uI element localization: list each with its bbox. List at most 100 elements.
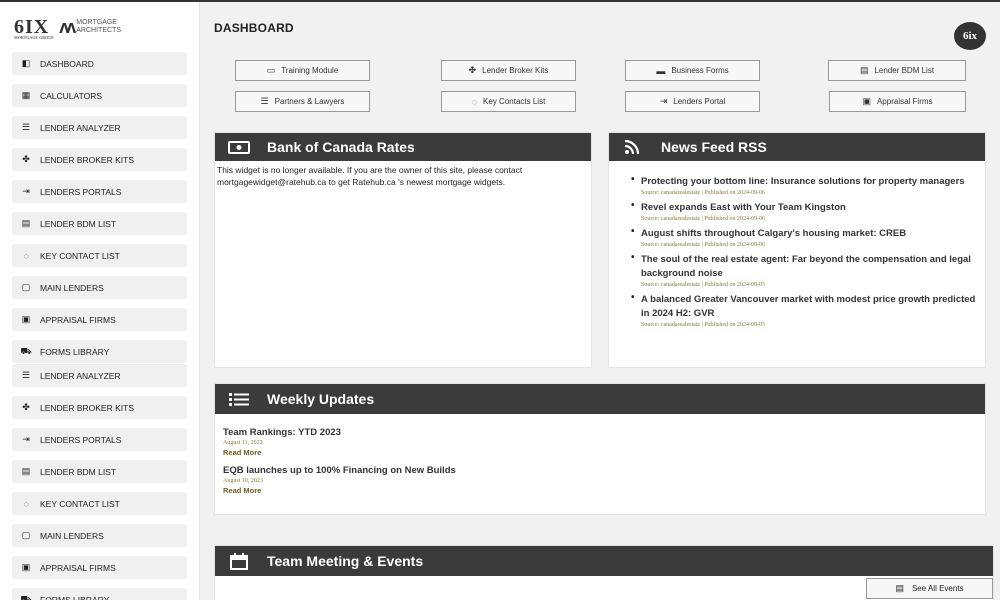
contact-icon: ◌ xyxy=(23,498,29,509)
news-item-title[interactable]: August shifts throughout Calgary's housi… xyxy=(641,227,985,241)
quick-link-label: Lender Broker Kits xyxy=(482,66,549,75)
card-icon: ▤ xyxy=(859,65,869,75)
user-avatar[interactable]: 6ix xyxy=(954,22,986,50)
sidebar-item-key-contact-list[interactable]: ◌ KEY CONTACT LIST xyxy=(12,492,187,515)
sidebar-item-calculators[interactable]: ▦ CALCULATORS xyxy=(12,84,187,107)
portal-icon: ⇥ xyxy=(22,434,30,444)
sidebar-item-key-contact-list[interactable]: ◌ KEY CONTACT LIST xyxy=(12,244,187,267)
news-item: A balanced Greater Vancouver market with… xyxy=(631,292,985,329)
news-item-title[interactable]: Revel expands East with Your Team Kingst… xyxy=(641,201,985,215)
quick-link-label: Business Forms xyxy=(671,66,729,75)
quick-link-label: Key Contacts List xyxy=(483,97,546,106)
quick-link-lenders-portal[interactable]: ⇥ Lenders Portal xyxy=(625,91,760,112)
sidebar-item-dashboard[interactable]: ◧ DASHBOARD xyxy=(12,52,187,75)
update-title[interactable]: Team Rankings: YTD 2023 xyxy=(223,426,985,439)
news-item-meta: Source: canadarealestate | Published on … xyxy=(641,190,765,196)
sidebar-item-lender-bdm-list[interactable]: ▤ LENDER BDM LIST xyxy=(12,212,187,235)
sidebar-item-lender-broker-kits[interactable]: ✤ LENDER BROKER KITS xyxy=(12,396,187,419)
sidebar-item-appraisal-firms[interactable]: ▣ APPRAISAL FIRMS xyxy=(12,556,187,579)
rss-icon xyxy=(621,139,645,155)
read-more-link[interactable]: Read More xyxy=(223,485,985,497)
see-all-label: See All Events xyxy=(911,584,964,593)
sidebar-item-main-lenders[interactable]: ▢ MAIN LENDERS xyxy=(12,524,187,547)
news-header: News Feed RSS xyxy=(609,133,985,161)
sidebar-item-forms-library[interactable]: ⛟ FORMS LIBRARY xyxy=(12,340,187,363)
quick-link-label: Training Module xyxy=(281,66,339,75)
money-icon xyxy=(227,139,251,155)
calendar-icon xyxy=(227,552,251,570)
bank-rates-title: Bank of Canada Rates xyxy=(267,139,415,155)
handshake-icon: ✤ xyxy=(468,65,477,75)
quick-link-label: Lender BDM List xyxy=(874,66,935,75)
quick-link-business-forms[interactable]: ▬ Business Forms xyxy=(625,60,760,81)
weekly-list: Team Rankings: YTD 2023 August 11, 2023 Re… xyxy=(215,414,985,497)
sidebar-item-forms-library[interactable]: ⛟ FORMS LIBRARY xyxy=(12,588,187,600)
sidebar-item-lender-broker-kits[interactable]: ✤ LENDER BROKER KITS xyxy=(12,148,187,171)
quick-link-partners-lawyers[interactable]: ☰ Partners & Lawyers xyxy=(235,91,370,112)
news-item-meta: Source: canadarealestate | Published on … xyxy=(641,282,765,288)
sidebar-item-label: LENDER ANALYZER xyxy=(40,370,121,381)
sidebar-item-lender-bdm-list[interactable]: ▤ LENDER BDM LIST xyxy=(12,460,187,483)
appraisal-icon: ▣ xyxy=(21,562,31,572)
sidebar-item-label: APPRAISAL FIRMS xyxy=(40,314,116,325)
bank-rates-header: Bank of Canada Rates xyxy=(215,133,591,161)
sidebar-item-lender-analyzer[interactable]: ☰ LENDER ANALYZER xyxy=(12,116,187,139)
logo[interactable]: 6IX MORTGAGE GROUP ʌʌ MORTGAGE ARCHITECT… xyxy=(0,2,199,42)
sidebar-item-label: FORMS LIBRARY xyxy=(40,346,110,357)
card-icon: ▤ xyxy=(21,466,31,476)
bank-rates-message: This widget is no longer available. If y… xyxy=(217,165,523,187)
read-more-link[interactable]: Read More xyxy=(223,447,985,459)
sidebar: 6IX MORTGAGE GROUP ʌʌ MORTGAGE ARCHITECT… xyxy=(0,2,200,600)
sidebar-item-label: LENDER BROKER KITS xyxy=(40,154,134,165)
calculator-icon: ▦ xyxy=(21,90,31,100)
quick-link-key-contacts-list[interactable]: ◌ Key Contacts List xyxy=(441,91,576,112)
quick-link-label: Appraisal Firms xyxy=(876,97,933,106)
sidebar-item-label: KEY CONTACT LIST xyxy=(40,498,120,509)
news-item-meta: Source: canadarealestate | Published on … xyxy=(641,242,765,248)
handshake-icon: ✤ xyxy=(22,154,30,164)
partner-top: MORTGAGE xyxy=(76,19,117,26)
sidebar-item-lender-analyzer[interactable]: ☰ LENDER ANALYZER xyxy=(12,364,187,387)
news-item: The soul of the real estate agent: Far b… xyxy=(631,252,985,289)
quick-link-appraisal-firms[interactable]: ▣ Appraisal Firms xyxy=(829,91,966,112)
sidebar-item-appraisal-firms[interactable]: ▣ APPRAISAL FIRMS xyxy=(12,308,187,331)
bookmark-icon: ▢ xyxy=(21,282,31,292)
partner-bottom: ARCHITECTS xyxy=(76,27,121,34)
quick-link-label: Lenders Portal xyxy=(673,97,726,106)
page-title: DASHBOARD xyxy=(214,21,294,35)
news-item: Protecting your bottom line: Insurance s… xyxy=(631,174,985,197)
weekly-panel: Weekly Updates Team Rankings: YTD 2023 Au… xyxy=(214,383,986,515)
partner-logo: ʌʌ MORTGAGE ARCHITECTS xyxy=(59,17,121,38)
quick-link-lender-broker-kits[interactable]: ✤ Lender Broker Kits xyxy=(441,60,576,81)
truck-icon: ⛟ xyxy=(20,345,32,356)
news-item-title[interactable]: Protecting your bottom line: Insurance s… xyxy=(641,175,985,189)
update-item: EQB launches up to 100% Financing on New… xyxy=(223,464,985,497)
truck-icon: ⛟ xyxy=(20,593,32,600)
briefcase-icon: ▬ xyxy=(656,65,666,76)
update-title[interactable]: EQB launches up to 100% Financing on New… xyxy=(223,464,985,477)
news-list: Protecting your bottom line: Insurance s… xyxy=(609,161,985,329)
news-item-title[interactable]: The soul of the real estate agent: Far b… xyxy=(641,253,985,281)
news-item-title[interactable]: A balanced Greater Vancouver market with… xyxy=(641,293,985,321)
sidebar-item-lenders-portals[interactable]: ⇥ LENDERS PORTALS xyxy=(12,180,187,203)
see-all-events-button[interactable]: ▤ See All Events xyxy=(866,578,993,599)
bookmark-icon: ▢ xyxy=(21,530,31,540)
quick-link-label: Partners & Lawyers xyxy=(274,97,345,106)
brand-logo-sub: MORTGAGE GROUP xyxy=(14,34,54,40)
handshake-icon: ✤ xyxy=(22,402,30,412)
quick-link-lender-bdm-list[interactable]: ▤ Lender BDM List xyxy=(828,60,966,81)
card-icon: ▤ xyxy=(21,218,31,228)
update-date: August 11, 2023 xyxy=(223,440,263,446)
appraisal-icon: ▣ xyxy=(21,314,31,324)
sidebar-item-lenders-portals[interactable]: ⇥ LENDERS PORTALS xyxy=(12,428,187,451)
news-item-meta: Source: canadarealestate | Published on … xyxy=(641,216,765,222)
brand-logo: 6IX MORTGAGE GROUP xyxy=(14,16,54,40)
contact-icon: ◌ xyxy=(23,250,29,261)
sidebar-item-label: LENDERS PORTALS xyxy=(40,434,122,445)
weekly-header: Weekly Updates xyxy=(215,384,985,414)
quick-link-training-module[interactable]: ▭ Training Module xyxy=(235,60,370,81)
sidebar-item-label: CALCULATORS xyxy=(40,90,103,101)
partner-mark-icon: ʌʌ xyxy=(59,16,76,37)
sidebar-item-main-lenders[interactable]: ▢ MAIN LENDERS xyxy=(12,276,187,299)
update-date: August 10, 2023 xyxy=(223,478,263,484)
